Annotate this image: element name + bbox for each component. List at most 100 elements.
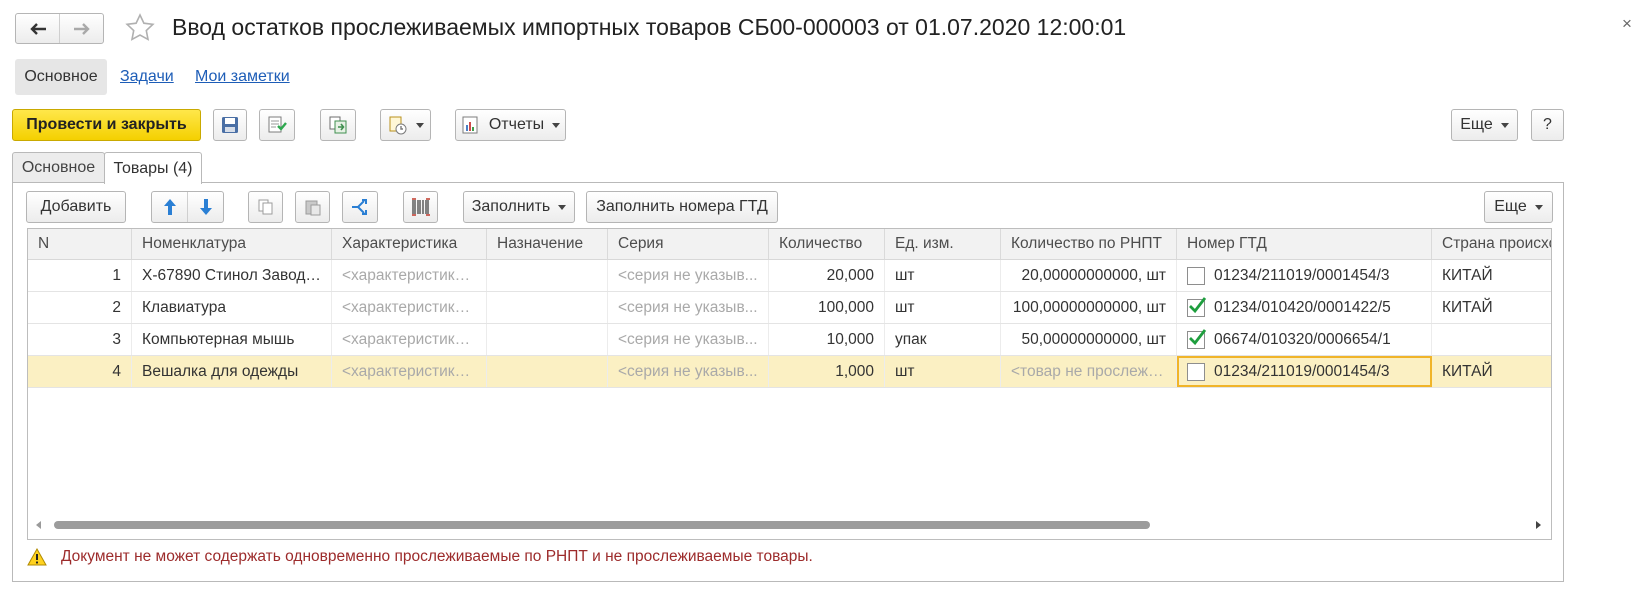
- paste-row-button[interactable]: [295, 191, 330, 223]
- gtd-checkbox[interactable]: [1187, 297, 1207, 317]
- unit-cell[interactable]: шт: [885, 356, 1001, 387]
- characteristic-cell[interactable]: <характеристики ...: [332, 356, 487, 387]
- country-cell[interactable]: [1432, 324, 1551, 355]
- country-cell[interactable]: КИТАЙ: [1432, 260, 1551, 291]
- gtd-number-text: 01234/211019/0001454/3: [1214, 267, 1390, 284]
- favorite-button[interactable]: [124, 12, 156, 44]
- gtd-checkbox[interactable]: [1187, 267, 1205, 285]
- unit-cell[interactable]: шт: [885, 292, 1001, 323]
- gtd-cell-focused[interactable]: 01234/211019/0001454/3: [1177, 356, 1432, 387]
- tab-main[interactable]: Основное: [12, 152, 105, 183]
- save-button[interactable]: [213, 109, 247, 141]
- characteristic-cell[interactable]: <характеристики ...: [332, 260, 487, 291]
- quantity-cell[interactable]: 1,000: [769, 356, 885, 387]
- window-close-button[interactable]: ×: [1622, 14, 1632, 34]
- quantity-rnpt-cell[interactable]: 100,00000000000, шт: [1001, 292, 1177, 323]
- fill-label: Заполнить: [471, 198, 551, 215]
- quantity-cell[interactable]: 20,000: [769, 260, 885, 291]
- gtd-cell[interactable]: 01234/211019/0001454/3: [1177, 260, 1432, 291]
- add-row-button[interactable]: Добавить: [26, 191, 126, 223]
- row-number: 2: [28, 292, 132, 323]
- column-header-country[interactable]: Страна происхо: [1432, 229, 1551, 259]
- characteristic-cell[interactable]: <характеристики ...: [332, 324, 487, 355]
- row-number: 3: [28, 324, 132, 355]
- horizontal-scrollbar[interactable]: [27, 518, 1552, 532]
- document-structure-button[interactable]: [320, 109, 356, 141]
- create-based-icon: [389, 116, 406, 135]
- purpose-cell[interactable]: [487, 356, 608, 387]
- quantity-cell[interactable]: 10,000: [769, 324, 885, 355]
- document-title: Ввод остатков прослеживаемых импортных т…: [172, 14, 1127, 40]
- forward-arrow-icon: [73, 22, 90, 35]
- column-header-purpose[interactable]: Назначение: [487, 229, 608, 259]
- quantity-rnpt-cell[interactable]: 20,00000000000, шт: [1001, 260, 1177, 291]
- help-button[interactable]: ?: [1531, 109, 1564, 141]
- form-tab-notes[interactable]: Мои заметки: [195, 59, 290, 95]
- fill-gtd-numbers-button[interactable]: Заполнить номера ГТД: [586, 191, 778, 223]
- forward-button[interactable]: [59, 14, 103, 43]
- column-header-characteristic[interactable]: Характеристика: [332, 229, 487, 259]
- fill-menu-button[interactable]: Заполнить: [463, 191, 575, 223]
- gtd-cell[interactable]: 01234/010420/0001422/5: [1177, 292, 1432, 323]
- move-up-button[interactable]: [152, 192, 188, 222]
- table-row[interactable]: 3 Компьютерная мышь <характеристики ... …: [28, 324, 1551, 356]
- item-cell[interactable]: Вешалка для одежды: [132, 356, 332, 387]
- post-and-close-button[interactable]: Провести и закрыть: [12, 109, 201, 141]
- column-header-gtd-number[interactable]: Номер ГТД: [1177, 229, 1432, 259]
- barcode-button[interactable]: [403, 191, 438, 223]
- item-cell[interactable]: Компьютерная мышь: [132, 324, 332, 355]
- country-cell[interactable]: КИТАЙ: [1432, 356, 1551, 387]
- unit-cell[interactable]: шт: [885, 260, 1001, 291]
- more-actions-button[interactable]: Еще: [1451, 109, 1518, 141]
- reports-icon: [462, 116, 478, 134]
- post-button[interactable]: [259, 109, 295, 141]
- table-row[interactable]: 2 Клавиатура <характеристики ... <серия …: [28, 292, 1551, 324]
- reports-menu-button[interactable]: Отчеты: [455, 109, 566, 141]
- column-header-series[interactable]: Серия: [608, 229, 769, 259]
- back-arrow-icon: [29, 22, 46, 35]
- series-cell[interactable]: <серия не указыв...: [608, 356, 769, 387]
- column-header-unit[interactable]: Ед. изм.: [885, 229, 1001, 259]
- row-number: 1: [28, 260, 132, 291]
- series-cell[interactable]: <серия не указыв...: [608, 292, 769, 323]
- unit-cell[interactable]: упак: [885, 324, 1001, 355]
- gtd-cell[interactable]: 06674/010320/0006654/1: [1177, 324, 1432, 355]
- column-header-quantity[interactable]: Количество: [769, 229, 885, 259]
- column-header-quantity-rnpt[interactable]: Количество по РНПТ: [1001, 229, 1177, 259]
- star-icon: [125, 13, 155, 41]
- move-down-button[interactable]: [188, 192, 223, 222]
- purpose-cell[interactable]: [487, 292, 608, 323]
- copy-row-button[interactable]: [248, 191, 283, 223]
- table-row[interactable]: 1 Х-67890 Стинол Завод ... <характеристи…: [28, 260, 1551, 292]
- item-cell[interactable]: Х-67890 Стинол Завод ...: [132, 260, 332, 291]
- item-cell[interactable]: Клавиатура: [132, 292, 332, 323]
- series-cell[interactable]: <серия не указыв...: [608, 260, 769, 291]
- series-cell[interactable]: <серия не указыв...: [608, 324, 769, 355]
- quantity-rnpt-cell[interactable]: <товар не прослежи...: [1001, 356, 1177, 387]
- gtd-checkbox[interactable]: [1187, 329, 1207, 349]
- save-icon: [222, 117, 238, 133]
- purpose-cell[interactable]: [487, 260, 608, 291]
- warning-text: Документ не может содержать одновременно…: [61, 548, 813, 565]
- quantity-cell[interactable]: 100,000: [769, 292, 885, 323]
- tab-goods[interactable]: Товары (4): [104, 152, 202, 184]
- create-based-on-button[interactable]: [380, 109, 431, 141]
- table-row-selected[interactable]: 4 Вешалка для одежды <характеристики ...…: [28, 356, 1551, 388]
- column-header-item[interactable]: Номенклатура: [132, 229, 332, 259]
- move-buttons-group: [151, 191, 224, 223]
- nav-button-group: [15, 13, 104, 44]
- table-header: N Номенклатура Характеристика Назначение…: [28, 229, 1551, 260]
- characteristic-cell[interactable]: <характеристики ...: [332, 292, 487, 323]
- split-row-button[interactable]: [342, 191, 378, 223]
- column-header-n[interactable]: N: [28, 229, 132, 259]
- quantity-rnpt-cell[interactable]: 50,00000000000, шт: [1001, 324, 1177, 355]
- purpose-cell[interactable]: [487, 324, 608, 355]
- gtd-checkbox[interactable]: [1187, 363, 1205, 381]
- table-more-button[interactable]: Еще: [1484, 191, 1553, 223]
- country-cell[interactable]: КИТАЙ: [1432, 292, 1551, 323]
- form-tab-tasks[interactable]: Задачи: [120, 59, 174, 95]
- form-tab-main[interactable]: Основное: [15, 59, 107, 95]
- back-button[interactable]: [16, 14, 59, 43]
- gtd-number-text: 01234/010420/0001422/5: [1214, 299, 1391, 316]
- move-up-icon: [163, 199, 176, 215]
